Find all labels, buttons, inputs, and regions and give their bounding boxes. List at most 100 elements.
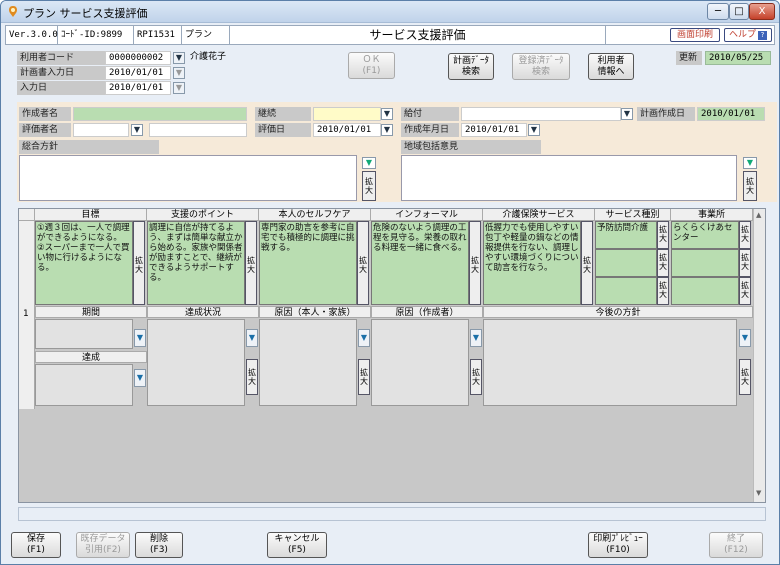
creator-field[interactable] bbox=[73, 107, 247, 121]
service-type-expand-2[interactable]: 拡 大 bbox=[657, 249, 669, 277]
continue-label: 継続 bbox=[255, 107, 311, 121]
screen-title: サービス支援評価 bbox=[230, 26, 606, 44]
grid-header-office: 事業所 bbox=[671, 209, 753, 221]
grid-header-informal: インフォーマル bbox=[371, 209, 483, 221]
support-expand-button[interactable]: 拡 大 bbox=[245, 221, 257, 305]
evaluator-code-field[interactable] bbox=[73, 123, 129, 137]
service-type-cell-2[interactable] bbox=[595, 249, 657, 277]
save-button[interactable]: 保存 (F1) bbox=[11, 532, 61, 558]
opinion-textarea[interactable] bbox=[401, 155, 737, 201]
eval-date-dropdown-icon[interactable]: ▼ bbox=[381, 124, 393, 136]
kaigo-expand-button[interactable]: 拡 大 bbox=[581, 221, 593, 305]
achievement-dropdown-icon[interactable]: ▼ bbox=[246, 329, 258, 347]
benefit-dropdown-icon[interactable]: ▼ bbox=[621, 108, 633, 120]
period-dropdown-icon[interactable]: ▼ bbox=[134, 329, 146, 347]
service-type-cell-1[interactable]: 予防訪問介護 bbox=[595, 221, 657, 249]
cause-self-expand-button[interactable]: 拡 大 bbox=[358, 359, 370, 395]
help-label: ヘルプ bbox=[728, 30, 756, 40]
opinion-expand-button[interactable]: 拡 大 bbox=[743, 171, 757, 201]
plan-date-field[interactable]: 2010/01/01 bbox=[105, 66, 171, 80]
benefit-select[interactable] bbox=[461, 107, 621, 121]
office-cell-1[interactable]: らくらくけあセンター bbox=[671, 221, 739, 249]
office-expand-2[interactable]: 拡 大 bbox=[739, 249, 751, 277]
evaluator-name-field[interactable] bbox=[149, 123, 247, 137]
eval-date-field[interactable]: 2010/01/01 bbox=[313, 123, 381, 137]
service-type-expand-3[interactable]: 拡 大 bbox=[657, 277, 669, 305]
future-policy-dropdown-icon[interactable]: ▼ bbox=[739, 329, 751, 347]
user-code-dropdown[interactable]: ▼ bbox=[173, 52, 185, 64]
future-policy-field[interactable] bbox=[483, 319, 737, 406]
close-button[interactable]: X bbox=[749, 3, 775, 20]
cause-creator-field[interactable] bbox=[371, 319, 469, 406]
grid-header-selfcare: 本人のセルフケア bbox=[259, 209, 371, 221]
goal-cell[interactable]: ①週３回は、一人で調理ができるようになる。 ②スーパーまで一人で買い物に行けるよ… bbox=[35, 221, 133, 305]
cause-self-field[interactable] bbox=[259, 319, 357, 406]
user-code-field[interactable]: 0000000002 bbox=[105, 51, 171, 65]
office-cell-2[interactable] bbox=[671, 249, 739, 277]
plan-date-dropdown[interactable]: ▼ bbox=[173, 67, 185, 79]
kaigo-cell[interactable]: 低握力でも使用しやすい包丁や軽量の鍋などの情報提供を行ない、調理しやすい環境づく… bbox=[483, 221, 581, 305]
screen-print-button[interactable]: 画面印刷 bbox=[670, 28, 720, 42]
delete-button[interactable]: 削除 (F3) bbox=[135, 532, 183, 558]
service-type-expand-1[interactable]: 拡 大 bbox=[657, 221, 669, 249]
support-cell[interactable]: 調理に自信が持てるよう、まずは簡単な献立から始める。家族や関係者が励ますことで、… bbox=[147, 221, 245, 305]
grid-scrollbar[interactable]: ▲ ▼ bbox=[753, 209, 765, 502]
grid-header-service-type: サービス種別 bbox=[595, 209, 671, 221]
policy-expand-button[interactable]: 拡 大 bbox=[362, 171, 376, 201]
office-expand-1[interactable]: 拡 大 bbox=[739, 221, 751, 249]
exit-button[interactable]: 終了 (F12) bbox=[709, 532, 763, 558]
opinion-dropdown-icon[interactable]: ▼ bbox=[743, 157, 757, 169]
cause-creator-dropdown-icon[interactable]: ▼ bbox=[470, 329, 482, 347]
service-type-cell-3[interactable] bbox=[595, 277, 657, 305]
help-icon: ? bbox=[758, 31, 767, 40]
cause-self-dropdown-icon[interactable]: ▼ bbox=[358, 329, 370, 347]
maximize-button[interactable]: □ bbox=[729, 3, 749, 20]
continue-dropdown-icon[interactable]: ▼ bbox=[381, 108, 393, 120]
cancel-button[interactable]: キャンセル (F5) bbox=[267, 532, 327, 558]
achieved-dropdown-icon[interactable]: ▼ bbox=[134, 369, 146, 387]
opinion-label: 地域包括意見 bbox=[401, 140, 541, 154]
office-expand-3[interactable]: 拡 大 bbox=[739, 277, 751, 305]
input-date-dropdown[interactable]: ▼ bbox=[173, 82, 185, 94]
scroll-up-icon[interactable]: ▲ bbox=[756, 211, 761, 219]
ok-button[interactable]: ＯＫ (F1) bbox=[348, 52, 395, 79]
evaluator-label: 評価者名 bbox=[19, 123, 71, 137]
plan-data-search-button[interactable]: 計画ﾃﾞｰﾀ 検索 bbox=[448, 53, 494, 80]
minimize-button[interactable]: ─ bbox=[707, 3, 729, 20]
registered-data-search-button[interactable]: 登録済ﾃﾞｰﾀ 検索 bbox=[512, 53, 570, 80]
title-bar: プラン サービス支援評価 ─ □ X bbox=[1, 1, 779, 23]
future-policy-expand-button[interactable]: 拡 大 bbox=[739, 359, 751, 395]
help-button[interactable]: ヘルプ? bbox=[724, 28, 772, 42]
app-window: プラン サービス支援評価 ─ □ X Ver.3.0.0 ｺｰﾄﾞ-ID:989… bbox=[0, 0, 780, 565]
cause-creator-label: 原因（作成者） bbox=[371, 306, 483, 318]
input-date-field[interactable]: 2010/01/01 bbox=[105, 81, 171, 95]
reuse-data-button[interactable]: 既存データ 引用(F2) bbox=[76, 532, 130, 558]
informal-cell[interactable]: 危険のないよう調理の工程を見守る。栄養の取れる料理を一緒に食べる。 bbox=[371, 221, 469, 305]
created-ym-label: 作成年月日 bbox=[401, 123, 459, 137]
cause-creator-expand-button[interactable]: 拡 大 bbox=[470, 359, 482, 395]
policy-textarea[interactable] bbox=[19, 155, 357, 201]
status-bar bbox=[18, 507, 766, 521]
scroll-down-icon[interactable]: ▼ bbox=[756, 489, 761, 497]
created-ym-field[interactable]: 2010/01/01 bbox=[461, 123, 527, 137]
continue-select[interactable] bbox=[313, 107, 381, 121]
goal-expand-button[interactable]: 拡 大 bbox=[133, 221, 145, 305]
user-code-label: 利用者コード bbox=[17, 51, 105, 65]
period-field[interactable] bbox=[35, 319, 133, 349]
user-info-button[interactable]: 利用者 情報へ bbox=[588, 53, 634, 80]
achievement-expand-button[interactable]: 拡 大 bbox=[246, 359, 258, 395]
print-preview-button[interactable]: 印刷ﾌﾟﾚﾋﾞｭｰ (F10) bbox=[588, 532, 648, 558]
office-cell-3[interactable] bbox=[671, 277, 739, 305]
policy-dropdown-icon[interactable]: ▼ bbox=[362, 157, 376, 169]
informal-expand-button[interactable]: 拡 大 bbox=[469, 221, 481, 305]
achieved-field[interactable] bbox=[35, 364, 133, 406]
selfcare-cell[interactable]: 専門家の助言を参考に自宅でも積極的に調理に挑戦する。 bbox=[259, 221, 357, 305]
creator-label: 作成者名 bbox=[19, 107, 71, 121]
code-id-text: ｺｰﾄﾞ-ID:9899 bbox=[58, 26, 134, 44]
created-ym-dropdown-icon[interactable]: ▼ bbox=[528, 124, 540, 136]
achievement-label: 達成状況 bbox=[147, 306, 259, 318]
selfcare-expand-button[interactable]: 拡 大 bbox=[357, 221, 369, 305]
achievement-field[interactable] bbox=[147, 319, 245, 406]
evaluator-dropdown-icon[interactable]: ▼ bbox=[131, 124, 143, 136]
plan-date-label: 計画書入力日 bbox=[17, 66, 105, 80]
